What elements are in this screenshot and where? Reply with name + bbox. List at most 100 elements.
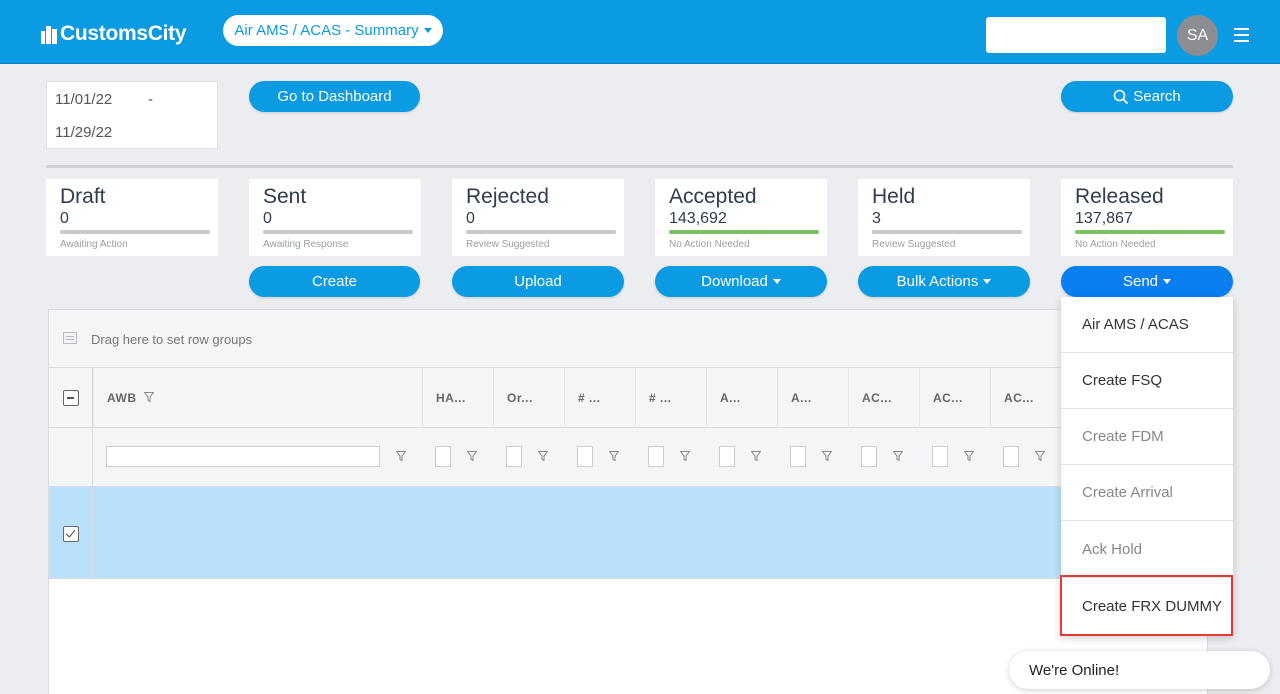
column-header[interactable]: Or... [493, 368, 564, 428]
card-title: Draft [60, 185, 106, 208]
send-button-label: Send [1122, 273, 1159, 290]
chat-status-label: We're Online! [1029, 661, 1120, 679]
card-count: 143,692 [669, 210, 727, 227]
card-title: Released [1075, 185, 1164, 208]
column-header[interactable]: AC... [919, 368, 990, 428]
menu-item-create-fsq[interactable]: Create FSQ [1061, 353, 1233, 409]
module-select-dropdown[interactable]: Air AMS / ACAS - Summary [223, 15, 443, 46]
search-button-label: Search [1133, 88, 1181, 105]
user-avatar[interactable]: SA [1177, 15, 1218, 56]
status-card-sent[interactable]: Sent 0 Awaiting Response [249, 179, 421, 256]
card-status: Awaiting Response [263, 239, 349, 250]
status-card-held[interactable]: Held 3 Review Suggested [858, 179, 1030, 256]
column-header-label: Or... [507, 391, 533, 405]
filter-icon[interactable] [538, 451, 548, 461]
column-filter-input[interactable] [648, 446, 664, 467]
download-button[interactable]: Download [655, 266, 827, 297]
menu-item-ack-hold[interactable]: Ack Hold [1061, 522, 1233, 578]
filter-icon[interactable] [396, 451, 406, 461]
column-header-awb[interactable]: AWB [93, 368, 422, 428]
menu-item-label: Air AMS / ACAS [1082, 316, 1189, 333]
filter-icon[interactable] [751, 451, 761, 461]
create-button-label: Create [311, 273, 358, 290]
send-button[interactable]: Send [1061, 266, 1233, 297]
awb-filter-input[interactable] [106, 446, 380, 467]
card-progress-bar [263, 230, 413, 234]
column-header[interactable]: AC... [848, 368, 919, 428]
filter-icon[interactable] [144, 392, 154, 402]
column-header-label: AC... [862, 391, 892, 405]
column-filter-input[interactable] [506, 446, 522, 467]
column-filter-input[interactable] [932, 446, 948, 467]
caret-down-icon [772, 279, 781, 284]
highlight-box [1060, 575, 1233, 636]
table-row[interactable] [49, 487, 1207, 579]
avatar-initials: SA [1186, 26, 1209, 44]
column-filter-input[interactable] [1003, 446, 1019, 467]
customscity-logo[interactable]: CustomsCity [40, 20, 187, 48]
card-title: Accepted [669, 185, 757, 208]
status-card-accepted[interactable]: Accepted 143,692 No Action Needed [655, 179, 827, 256]
search-button[interactable]: Search [1061, 81, 1233, 112]
column-header-label: A... [791, 391, 812, 405]
column-filter-input[interactable] [790, 446, 806, 467]
chat-widget[interactable]: We're Online! [1009, 651, 1270, 689]
menu-item-air-ams-acas[interactable]: Air AMS / ACAS [1061, 297, 1233, 353]
column-header-label: AWB [107, 391, 137, 405]
caret-down-icon [1163, 279, 1172, 284]
date-range-picker[interactable]: 11/01/22 - 11/29/22 [46, 81, 218, 149]
filter-icon[interactable] [964, 451, 974, 461]
hamburger-menu-icon[interactable] [1234, 28, 1249, 42]
menu-item-create-arrival[interactable]: Create Arrival [1061, 465, 1233, 521]
filter-icon[interactable] [822, 451, 832, 461]
bulk-actions-button[interactable]: Bulk Actions [858, 266, 1030, 297]
card-count: 0 [263, 210, 272, 227]
column-filter-input[interactable] [719, 446, 735, 467]
go-to-dashboard-button[interactable]: Go to Dashboard [249, 81, 420, 112]
card-status: No Action Needed [669, 239, 750, 250]
column-header[interactable]: A... [706, 368, 777, 428]
card-status: Review Suggested [872, 239, 956, 250]
card-count: 0 [60, 210, 69, 227]
column-header[interactable]: AC... [990, 368, 1061, 428]
card-count: 137,867 [1075, 210, 1133, 227]
filter-icon[interactable] [609, 451, 619, 461]
bulk-actions-button-label: Bulk Actions [896, 273, 979, 290]
selection-column [49, 368, 93, 579]
filter-icon[interactable] [893, 451, 903, 461]
create-button[interactable]: Create [249, 266, 420, 297]
column-filter-input[interactable] [861, 446, 877, 467]
column-header-label: AC... [933, 391, 963, 405]
menu-item-label: Create Arrival [1082, 484, 1173, 501]
status-card-draft[interactable]: Draft 0 Awaiting Action [46, 179, 218, 256]
column-header[interactable]: HA... [422, 368, 493, 428]
column-header-label: A... [720, 391, 741, 405]
upload-button[interactable]: Upload [452, 266, 624, 297]
data-grid: Drag here to set row groups AWB HA... Or… [48, 309, 1208, 694]
date-start[interactable]: 11/01/22 [55, 91, 112, 108]
header-search-input[interactable] [986, 17, 1166, 53]
column-header-label: # ... [649, 391, 672, 405]
column-filter-input[interactable] [435, 446, 451, 467]
card-title: Rejected [466, 185, 549, 208]
row-group-drop-zone[interactable]: Drag here to set row groups [49, 310, 1207, 368]
caret-down-icon [983, 279, 992, 284]
column-header[interactable]: # ... [635, 368, 706, 428]
date-end[interactable]: 11/29/22 [55, 124, 112, 141]
menu-item-label: Create FDM [1082, 428, 1164, 445]
filter-icon[interactable] [680, 451, 690, 461]
card-count: 0 [466, 210, 475, 227]
status-card-released[interactable]: Released 137,867 No Action Needed [1061, 179, 1233, 256]
menu-item-label: Ack Hold [1082, 541, 1143, 558]
column-header-label: HA... [436, 391, 466, 405]
column-header[interactable]: # ... [564, 368, 635, 428]
column-header[interactable]: A... [777, 368, 848, 428]
column-filter-input[interactable] [577, 446, 593, 467]
section-divider [46, 165, 1233, 168]
filter-icon[interactable] [467, 451, 477, 461]
filter-icon[interactable] [1035, 451, 1045, 461]
card-title: Held [872, 185, 916, 208]
status-card-rejected[interactable]: Rejected 0 Review Suggested [452, 179, 624, 256]
menu-item-create-fdm[interactable]: Create FDM [1061, 409, 1233, 465]
card-title: Sent [263, 185, 307, 208]
